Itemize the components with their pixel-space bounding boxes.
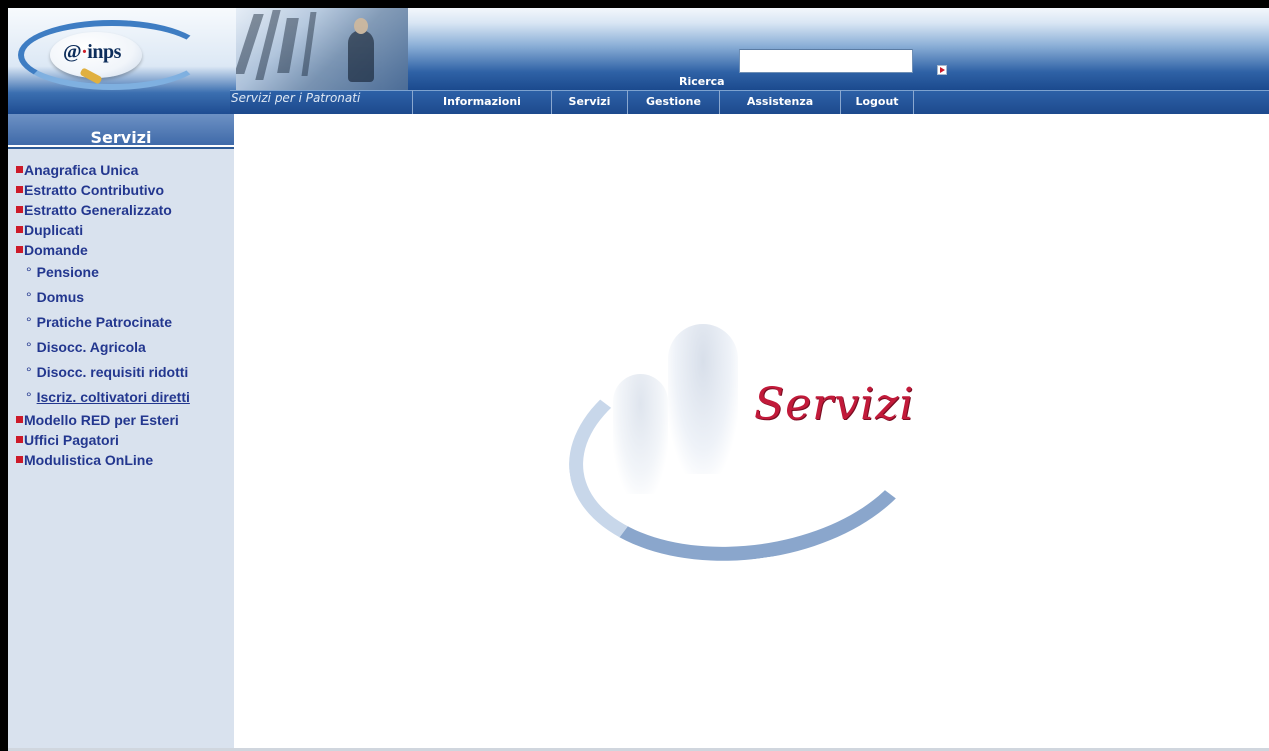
logo-text: @·inps	[63, 41, 121, 63]
logo-at: @	[63, 41, 82, 63]
sidebar-subitem-disocc-agricola[interactable]: ° Disocc. Agricola	[8, 335, 234, 360]
menu-informazioni[interactable]: Informazioni	[412, 90, 551, 114]
splash-title: Servizi	[754, 379, 915, 430]
sidebar-item-estratto-contributivo[interactable]: Estratto Contributivo	[8, 180, 234, 200]
sidebar-item-domande[interactable]: Domande	[8, 240, 234, 260]
bullet-icon	[16, 186, 23, 193]
splash-person-left	[613, 374, 668, 494]
menu-logout[interactable]: Logout	[840, 90, 913, 114]
sidebar-subitem-disocc-requisiti-ridotti[interactable]: ° Disocc. requisiti ridotti	[8, 360, 234, 385]
sidebar-item-modulistica-online[interactable]: Modulistica OnLine	[8, 450, 234, 470]
search-label: Ricerca	[679, 75, 725, 88]
sidebar-item-duplicati[interactable]: Duplicati	[8, 220, 234, 240]
sidebar-title: Servizi	[90, 128, 152, 147]
bullet-icon	[16, 416, 23, 423]
sidebar-subitem-pratiche-patrocinate[interactable]: ° Pratiche Patrocinate	[8, 310, 234, 335]
tagline: Servizi per i Patronati	[231, 91, 361, 105]
top-menu: Informazioni Servizi Gestione Assistenza…	[412, 90, 914, 114]
sidebar-subitem-pensione[interactable]: ° Pensione	[8, 260, 234, 285]
menu-assistenza[interactable]: Assistenza	[719, 90, 840, 114]
logo[interactable]: @·inps	[8, 8, 236, 114]
bullet-icon	[16, 206, 23, 213]
bullet-icon	[16, 436, 23, 443]
logo-inps: inps	[87, 41, 121, 63]
browser-content: @·inps Ricerca Servizi per i Patronati I…	[8, 8, 1269, 751]
sidebar-menu: Anagrafica Unica Estratto Contributivo E…	[8, 160, 234, 470]
sidebar-item-uffici-pagatori[interactable]: Uffici Pagatori	[8, 430, 234, 450]
sidebar-item-estratto-generalizzato[interactable]: Estratto Generalizzato	[8, 200, 234, 220]
header: @·inps Ricerca Servizi per i Patronati I…	[8, 8, 1269, 114]
sidebar-header: Servizi	[8, 114, 234, 149]
sidebar: Servizi Anagrafica Unica Estratto Contri…	[8, 114, 234, 751]
sidebar-subitem-iscriz-coltivatori-diretti[interactable]: ° Iscriz. coltivatori diretti	[8, 385, 234, 410]
bullet-icon	[16, 166, 23, 173]
search-input[interactable]	[739, 49, 913, 73]
menu-gestione[interactable]: Gestione	[627, 90, 719, 114]
sidebar-subitem-domus[interactable]: ° Domus	[8, 285, 234, 310]
sidebar-item-modello-red-esteri[interactable]: Modello RED per Esteri	[8, 410, 234, 430]
main-content: Servizi	[234, 114, 1269, 751]
servizi-splash-image: Servizi	[554, 315, 942, 583]
header-photo	[230, 8, 408, 90]
menu-servizi[interactable]: Servizi	[551, 90, 627, 114]
header-photo-person	[348, 30, 374, 82]
splash-person-center	[668, 324, 738, 474]
sidebar-item-anagrafica-unica[interactable]: Anagrafica Unica	[8, 160, 234, 180]
bullet-icon	[16, 246, 23, 253]
bullet-icon	[16, 456, 23, 463]
bullet-icon	[16, 226, 23, 233]
search-go-button[interactable]	[937, 65, 947, 75]
